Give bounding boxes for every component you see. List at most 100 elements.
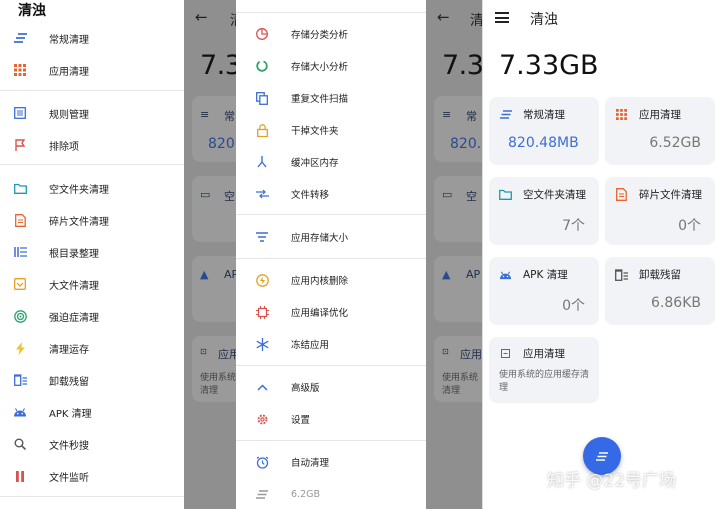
- card-value: 6.52GB: [649, 135, 701, 151]
- clean-lines-icon: [255, 487, 269, 501]
- lock-icon: [255, 123, 269, 137]
- card-value: 820.48MB: [508, 135, 579, 151]
- drawer-item-root-directory[interactable]: 根目录整理: [0, 240, 184, 264]
- dim-card-title: 常: [224, 110, 235, 123]
- clean-lines-icon: [13, 31, 27, 45]
- menu-divider: [236, 440, 426, 441]
- drawer-item-empty-folder[interactable]: 空文件夹清理: [0, 176, 184, 200]
- dim-card-title: 应用: [218, 348, 236, 361]
- folder-icon: [499, 188, 512, 201]
- card-uninstall-residue[interactable]: 卸载残留 6.86KB: [605, 257, 715, 325]
- dim-card-title: AP: [224, 268, 236, 281]
- android-icon: [499, 268, 512, 281]
- menu-item-kill-folder[interactable]: 干掉文件夹: [236, 117, 426, 143]
- drawer-item-clean-ram[interactable]: 清理运存: [0, 336, 184, 360]
- lightning-icon: [13, 341, 27, 355]
- menu-item-storage-size[interactable]: 存储大小分析: [236, 53, 426, 79]
- card-app-clean[interactable]: 应用清理 6.52GB: [605, 97, 715, 165]
- tools-menu: 存储分类分析 存储大小分析 重复文件扫描 干掉文件夹 缓冲区内存 文件转移 应用…: [236, 0, 426, 509]
- drawer-item-rules[interactable]: 规则管理: [0, 101, 184, 125]
- folder-icon: [13, 181, 27, 195]
- card-value: 6.86KB: [651, 295, 701, 311]
- watermark: 知乎 @22号广场: [547, 471, 677, 491]
- android-icon: [13, 405, 27, 419]
- copy-icon: [255, 91, 269, 105]
- hamburger-menu-icon[interactable]: [495, 12, 509, 23]
- android-icon: ▲: [442, 268, 451, 281]
- total-junk-size: 7.33GB: [499, 50, 599, 81]
- card-value: 0个: [562, 298, 585, 314]
- menu-item-app-compile-optimize[interactable]: 应用编译优化: [236, 299, 426, 325]
- drawer-item-file-search[interactable]: 文件秒搜: [0, 432, 184, 456]
- dim-card-title: 空: [224, 190, 235, 203]
- document-icon: [13, 213, 27, 227]
- clean-lines-icon: [596, 451, 608, 461]
- back-arrow-icon: ←: [195, 8, 208, 26]
- menu-item-file-transfer[interactable]: 文件转移: [236, 181, 426, 207]
- menu-item-auto-clean[interactable]: 自动清理: [236, 449, 426, 475]
- drawer-item-ocd-clean[interactable]: 强迫症清理: [0, 304, 184, 328]
- drawer-item-fragment-files[interactable]: 碎片文件清理: [0, 208, 184, 232]
- box-icon: [13, 277, 27, 291]
- drawer-divider: [0, 164, 184, 165]
- dim-card-title: 应用: [460, 348, 482, 361]
- dim-card-title: 空: [466, 190, 477, 203]
- donut-icon: [255, 59, 269, 73]
- menu-item-buffer-memory[interactable]: 缓冲区内存: [236, 149, 426, 175]
- app-grid-icon: [615, 108, 628, 121]
- clean-lines-icon: [499, 108, 512, 121]
- chevron-up-icon: [255, 380, 269, 394]
- card-app-cache-clean[interactable]: 应用清理 使用系统的应用缓存清理: [489, 337, 599, 403]
- menu-item-freeze-app[interactable]: 冻结应用: [236, 331, 426, 357]
- menu-item-advanced[interactable]: 高级版: [236, 374, 426, 400]
- filter-icon: [255, 230, 269, 244]
- menu-item-cleaned-size: 6.2GB: [236, 481, 426, 507]
- drawer-item-large-files[interactable]: 大文件清理: [0, 272, 184, 296]
- app-small-icon: ⊡: [200, 347, 207, 356]
- dim-card-title: 常: [466, 110, 477, 123]
- dim-card-desc: 清理: [200, 386, 219, 396]
- dim-card-value: 820: [208, 136, 235, 152]
- app-small-icon: ⊡: [442, 347, 449, 356]
- dim-card: [434, 176, 482, 242]
- dim-card-desc: 使用系统: [442, 373, 479, 383]
- dim-card-desc: 清理: [442, 386, 461, 396]
- card-apk-clean[interactable]: APK 清理 0个: [489, 257, 599, 325]
- dimmed-main-screen: ← 清 7.33 ≡ 常 820 ▭ 空 ▲ AP ⊡ 应用 使用系统 清理: [184, 0, 236, 509]
- dim-card: [192, 176, 236, 242]
- menu-item-app-storage-size[interactable]: 应用存储大小: [236, 224, 426, 250]
- menu-divider: [236, 12, 426, 13]
- card-fragment-files[interactable]: 碎片文件清理 0个: [605, 177, 715, 245]
- dim-card: [192, 256, 236, 322]
- menu-item-app-kernel-delete[interactable]: 应用内核删除: [236, 267, 426, 293]
- merge-icon: [255, 155, 269, 169]
- rule-list-icon: [13, 106, 27, 120]
- menu-item-duplicate-scan[interactable]: 重复文件扫描: [236, 85, 426, 111]
- menu-item-storage-category[interactable]: 存储分类分析: [236, 21, 426, 47]
- menu-divider: [236, 365, 426, 366]
- card-regular-clean[interactable]: 常规清理 820.48MB: [489, 97, 599, 165]
- snowflake-icon: [255, 337, 269, 351]
- app-title: 清浊: [530, 12, 558, 28]
- drawer-item-file-monitor[interactable]: 文件监听: [0, 464, 184, 488]
- menu-item-settings[interactable]: 设置: [236, 406, 426, 432]
- navigation-drawer: 清浊 常规清理 应用清理 规则管理 排除项 空文件夹清理 碎片文件清理 根目录整…: [0, 0, 184, 509]
- main-screen: 清浊 7.33GB 常规清理 820.48MB 应用清理 6.52GB 空文件夹…: [482, 0, 720, 509]
- drawer-item-regular-clean[interactable]: 常规清理: [0, 26, 184, 50]
- dim-title-fragment: 清: [470, 13, 482, 29]
- menu-divider: [236, 214, 426, 215]
- document-icon: [615, 188, 628, 201]
- gear-icon: [255, 412, 269, 426]
- drawer-item-uninstall-residue[interactable]: 卸载残留: [0, 368, 184, 392]
- card-value: 7个: [562, 218, 585, 234]
- drawer-item-app-clean[interactable]: 应用清理: [0, 58, 184, 82]
- bolt-circle-icon: [255, 273, 269, 287]
- dim-card: [434, 256, 482, 322]
- drawer-divider: [0, 90, 184, 91]
- drawer-item-exclusions[interactable]: 排除项: [0, 133, 184, 157]
- card-value: 0个: [678, 218, 701, 234]
- dim-card-title: AP: [466, 268, 481, 281]
- app-grid-icon: [13, 63, 27, 77]
- card-empty-folder[interactable]: 空文件夹清理 7个: [489, 177, 599, 245]
- drawer-item-apk-clean[interactable]: APK 清理: [0, 400, 184, 424]
